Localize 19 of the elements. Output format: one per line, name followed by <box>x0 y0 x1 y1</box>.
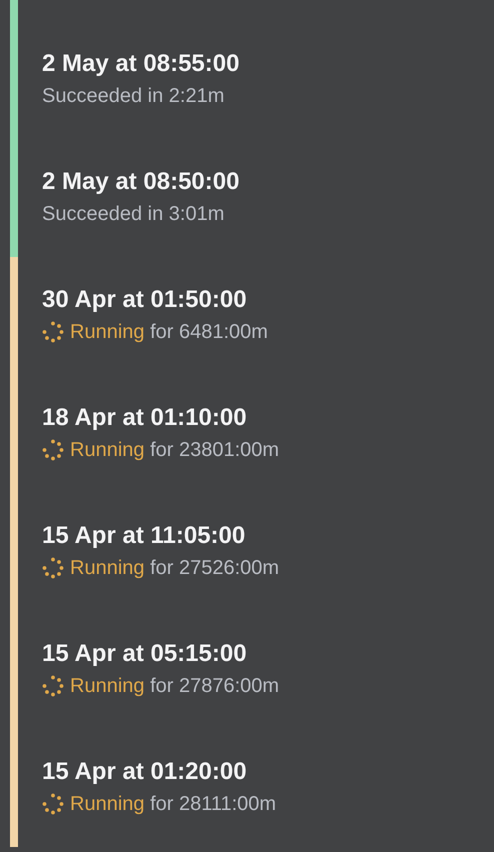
run-status: Succeeded in 2:21m <box>42 84 224 109</box>
run-time: 15 Apr at 11:05:00 <box>42 521 246 551</box>
run-time: 2 May at 08:55:00 <box>42 49 240 79</box>
run-status: Running for 23801:00m <box>70 438 280 463</box>
run-time: 2 May at 08:50:00 <box>42 167 240 197</box>
spinner-icon <box>42 557 64 579</box>
run-status: Running for 6481:00m <box>70 320 268 345</box>
run-time: 15 Apr at 05:15:00 <box>42 639 248 669</box>
spinner-icon <box>42 675 64 697</box>
spinner-icon <box>42 793 64 815</box>
run-time: 30 Apr at 01:50:00 <box>42 285 248 315</box>
run-status: Running for 27526:00m <box>70 556 280 581</box>
spinner-icon <box>42 321 64 343</box>
spinner-icon <box>42 439 64 461</box>
run-status: Succeeded in 3:01m <box>42 202 224 227</box>
run-time: 18 Apr at 01:10:00 <box>42 403 248 433</box>
run-time: 15 Apr at 01:20:00 <box>42 757 248 787</box>
run-status: Running for 28111:00m <box>70 792 276 817</box>
run-status: Running for 27876:00m <box>70 674 280 699</box>
